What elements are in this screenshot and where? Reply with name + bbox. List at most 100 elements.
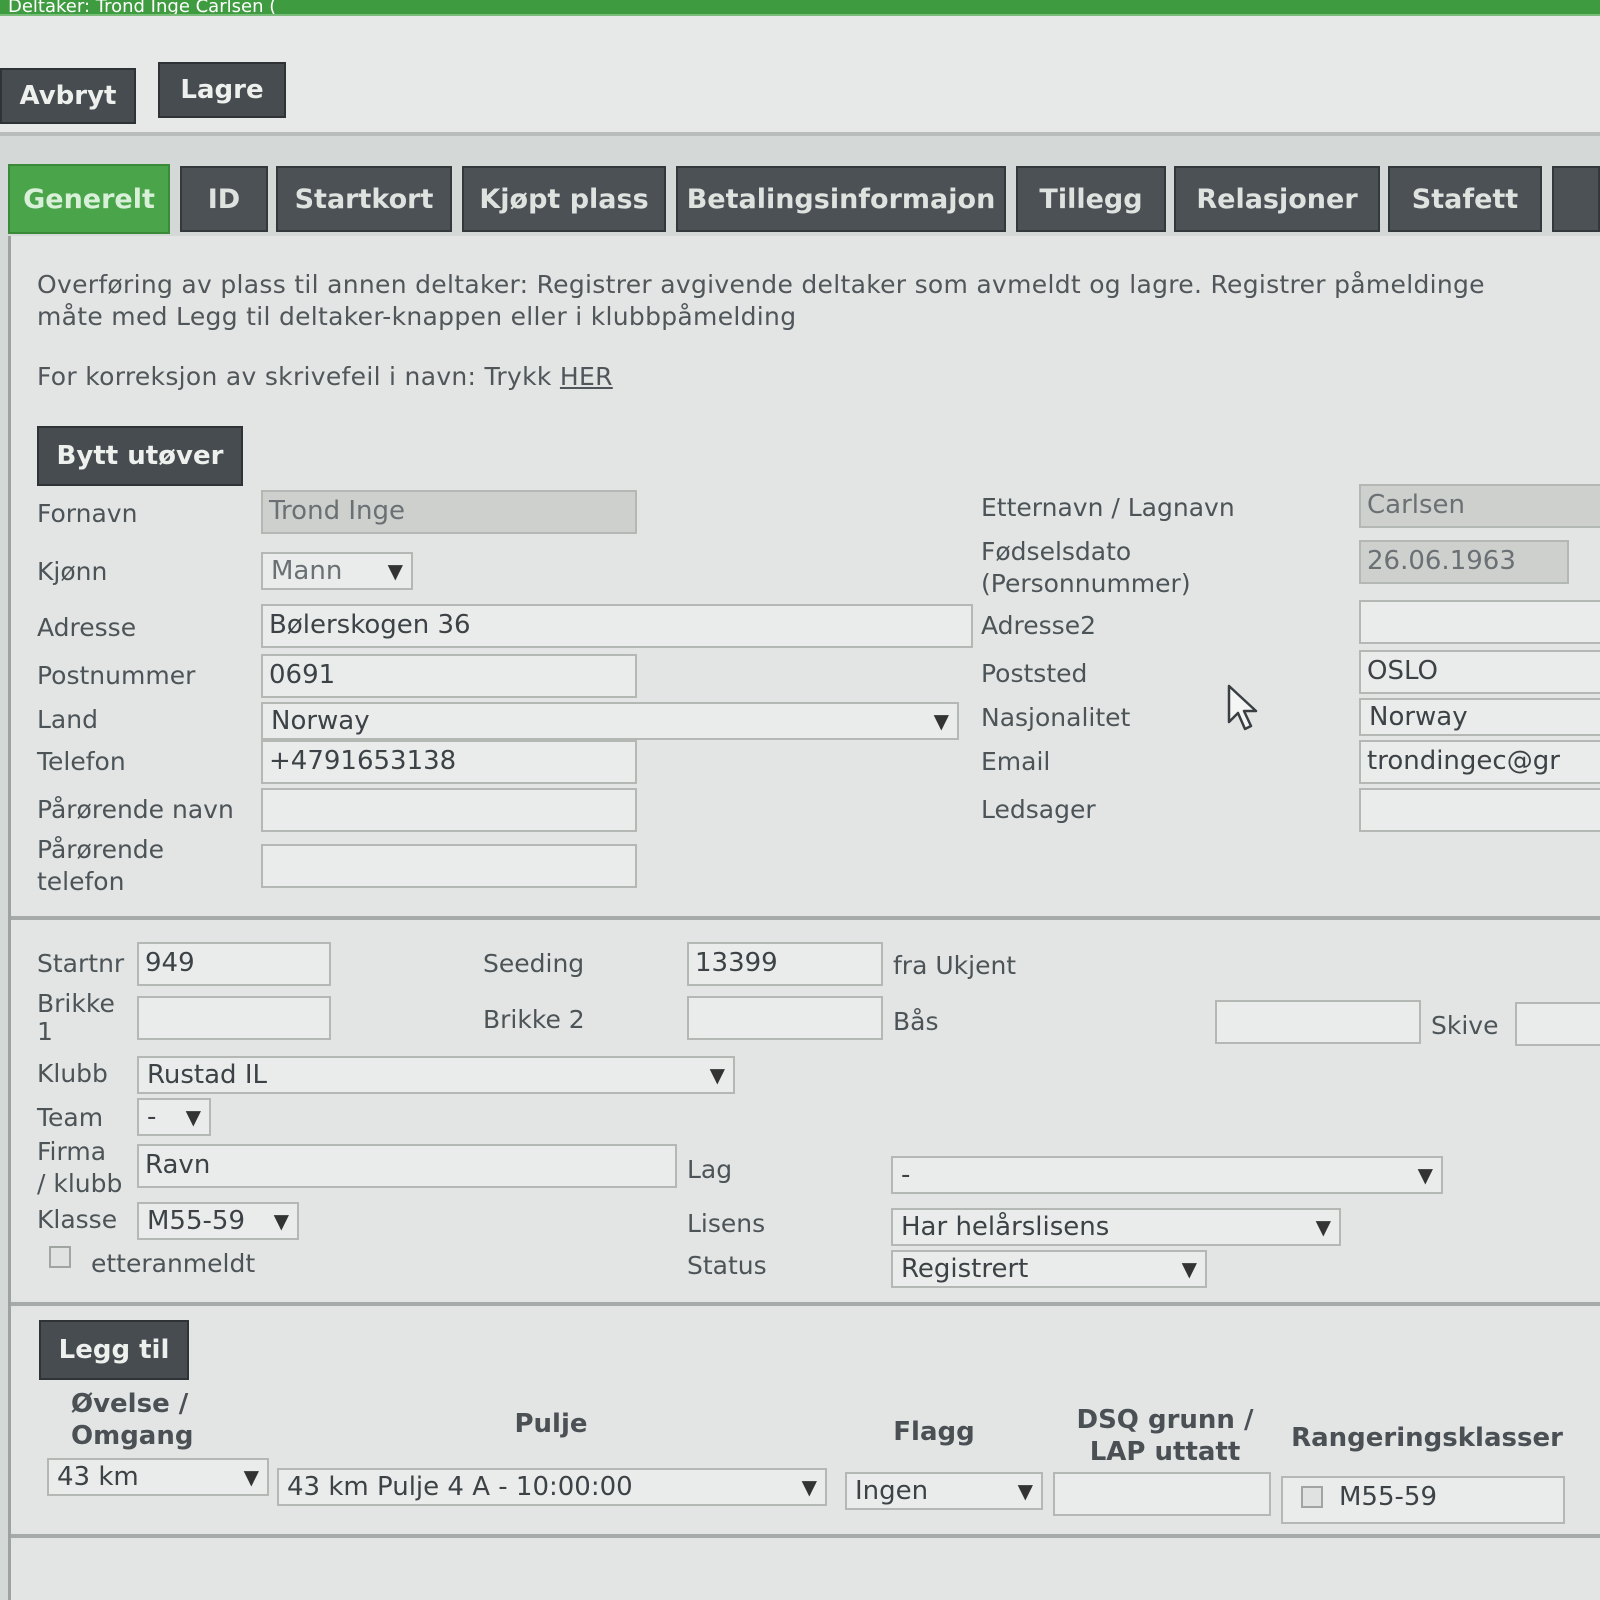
mouse-cursor-icon: [1227, 684, 1258, 731]
tab-betalingsinformasjon[interactable]: Betalingsinformajon: [676, 166, 1006, 232]
adresse2-field[interactable]: [1359, 600, 1600, 644]
fornavn-field[interactable]: Trond Inge: [261, 490, 637, 534]
tab-more[interactable]: [1552, 166, 1600, 232]
klasse-label: Klasse: [37, 1205, 118, 1234]
kjonn-select[interactable]: Mann ▼: [261, 552, 413, 590]
seeding-field[interactable]: 13399: [687, 942, 883, 986]
chevron-down-icon: ▼: [1315, 1215, 1331, 1239]
skive-field[interactable]: [1515, 1002, 1600, 1046]
fodselsdato-field[interactable]: 26.06.1963: [1359, 540, 1569, 584]
ovelse-select[interactable]: 43 km ▼: [47, 1458, 269, 1496]
adresse-label: Adresse: [37, 613, 137, 642]
etternavn-field[interactable]: Carlsen: [1359, 484, 1600, 528]
lisens-select[interactable]: Har helårslisens ▼: [891, 1208, 1341, 1246]
nasjonalitet-select[interactable]: Norway: [1359, 698, 1600, 736]
save-button[interactable]: Lagre: [158, 62, 286, 118]
lag-select[interactable]: - ▼: [891, 1156, 1443, 1194]
adresse2-label: Adresse2: [981, 611, 1096, 640]
team-select[interactable]: - ▼: [137, 1098, 211, 1136]
general-panel: Overføring av plass til annen deltaker: …: [8, 236, 1600, 1600]
telefon-field[interactable]: +4791653138: [261, 740, 637, 784]
status-label: Status: [687, 1251, 767, 1280]
header-ovelse-line2: Omgang: [71, 1421, 194, 1451]
postnummer-label: Postnummer: [37, 661, 196, 690]
email-label: Email: [981, 747, 1051, 776]
ledsager-label: Ledsager: [981, 795, 1096, 824]
email-field[interactable]: trondingec@gr: [1359, 740, 1600, 784]
brikke1-label-1: Brikke: [37, 989, 115, 1018]
window-title: Deltaker: Trond Inge Carlsen (: [8, 0, 277, 16]
land-label: Land: [37, 705, 98, 734]
etteranmeldt-checkbox[interactable]: [49, 1246, 71, 1268]
parorende-navn-label: Pårørende navn: [37, 795, 234, 824]
tab-relasjoner[interactable]: Relasjoner: [1174, 166, 1380, 232]
startnr-field[interactable]: 949: [137, 942, 331, 986]
brikke2-field[interactable]: [687, 996, 883, 1040]
team-value: -: [147, 1102, 157, 1132]
ledsager-field[interactable]: [1359, 788, 1600, 832]
correction-link[interactable]: HER: [560, 362, 613, 391]
klubb-value: Rustad IL: [147, 1060, 267, 1090]
tab-generelt[interactable]: Generelt: [8, 164, 170, 234]
tab-bar: Generelt ID Startkort Kjøpt plass Betali…: [8, 160, 1600, 234]
tab-kjopt-plass[interactable]: Kjøpt plass: [462, 166, 666, 232]
fornavn-label: Fornavn: [37, 499, 138, 528]
postnummer-field[interactable]: 0691: [261, 654, 637, 698]
adresse-field[interactable]: Bølerskogen 36: [261, 604, 973, 648]
rangering-cell: M55-59: [1281, 1476, 1565, 1524]
firma-label-2: / klubb: [37, 1169, 123, 1198]
tab-startkort[interactable]: Startkort: [276, 166, 452, 232]
window-title-bar: Deltaker: Trond Inge Carlsen (: [0, 0, 1600, 16]
parorende-telefon-label-2: telefon: [37, 867, 125, 896]
chevron-down-icon: ▼: [933, 709, 949, 733]
header-flagg: Flagg: [893, 1417, 975, 1447]
brikke1-field[interactable]: [137, 996, 331, 1040]
nasjonalitet-label: Nasjonalitet: [981, 703, 1131, 732]
tab-tillegg[interactable]: Tillegg: [1016, 166, 1166, 232]
rangering-checkbox[interactable]: [1301, 1486, 1323, 1508]
firma-field[interactable]: Ravn: [137, 1144, 677, 1188]
lag-value: -: [901, 1160, 911, 1190]
pulje-select[interactable]: 43 km Pulje 4 A - 10:00:00 ▼: [277, 1468, 827, 1506]
dsq-field[interactable]: [1053, 1472, 1271, 1516]
section-divider: [11, 1302, 1600, 1306]
header-dsq-line1: DSQ grunn /: [1076, 1405, 1254, 1435]
land-select[interactable]: Norway ▼: [261, 702, 959, 740]
parorende-telefon-field[interactable]: [261, 844, 637, 888]
bas-label: Bås: [893, 1007, 939, 1036]
kjonn-value: Mann: [271, 556, 343, 586]
poststed-field[interactable]: OSLO: [1359, 650, 1600, 694]
klasse-select[interactable]: M55-59 ▼: [137, 1202, 299, 1240]
telefon-label: Telefon: [37, 747, 126, 776]
lag-label: Lag: [687, 1155, 733, 1184]
klubb-select[interactable]: Rustad IL ▼: [137, 1056, 735, 1094]
add-event-button[interactable]: Legg til: [39, 1320, 189, 1380]
flagg-value: Ingen: [855, 1476, 929, 1506]
section-divider: [11, 1534, 1600, 1538]
cancel-button[interactable]: Avbryt: [0, 68, 136, 124]
chevron-down-icon: ▼: [243, 1465, 259, 1489]
poststed-label: Poststed: [981, 659, 1088, 688]
fodselsdato-label-1: Fødselsdato: [981, 537, 1132, 566]
chevron-down-icon: ▼: [387, 559, 403, 583]
chevron-down-icon: ▼: [801, 1475, 817, 1499]
skive-label: Skive: [1431, 1011, 1499, 1040]
status-select[interactable]: Registrert ▼: [891, 1250, 1207, 1288]
startnr-label: Startnr: [37, 949, 125, 978]
section-divider: [11, 916, 1600, 920]
brikke1-label-2: 1: [37, 1017, 53, 1046]
correction-info: For korreksjon av skrivefeil i navn: Try…: [37, 362, 613, 391]
seeding-label: Seeding: [483, 949, 585, 978]
swap-athlete-button[interactable]: Bytt utøver: [37, 426, 243, 486]
flagg-select[interactable]: Ingen ▼: [845, 1472, 1043, 1510]
header-ovelse: Øvelse / Omgang: [71, 1388, 231, 1452]
tab-stafett[interactable]: Stafett: [1388, 166, 1542, 232]
tab-id[interactable]: ID: [180, 166, 268, 232]
bas-field[interactable]: [1215, 1000, 1421, 1044]
etternavn-label: Etternavn / Lagnavn: [981, 493, 1235, 522]
parorende-navn-field[interactable]: [261, 788, 637, 832]
team-label: Team: [37, 1103, 104, 1132]
lisens-value: Har helårslisens: [901, 1212, 1110, 1242]
klasse-value: M55-59: [147, 1206, 245, 1236]
ovelse-value: 43 km: [57, 1462, 139, 1492]
